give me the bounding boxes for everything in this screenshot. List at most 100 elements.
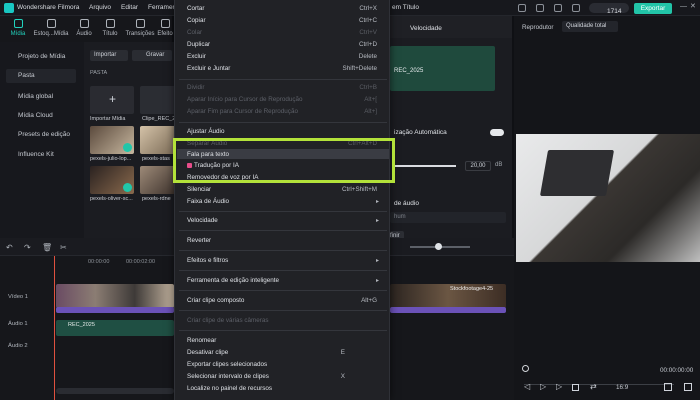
timeline-scrollbar[interactable] — [56, 388, 174, 394]
media-thumb[interactable] — [90, 126, 134, 154]
menu-item-duplicar[interactable]: Duplicar Ctrl+D — [187, 41, 383, 48]
aspect-ratio[interactable]: 16:9 — [616, 384, 628, 391]
menu-item-ferramenta-inteligente[interactable]: Ferramenta de edição inteligente ▸ — [187, 277, 383, 284]
track-label-audio1: Áudio 1 — [8, 321, 28, 327]
timeline-playhead[interactable] — [54, 256, 55, 400]
video-clip-audio[interactable] — [390, 307, 506, 313]
video-clip[interactable]: Stockfootage4-25 — [390, 284, 506, 308]
prev-frame-icon[interactable]: ◁ — [524, 382, 530, 391]
sidebar-item-projeto[interactable]: Projeto de Mídia — [6, 50, 76, 64]
menu-item-renomear[interactable]: Renomear — [187, 337, 383, 344]
menu-item-faixa-audio[interactable]: Faixa de Áudio ▸ — [187, 198, 383, 205]
menu-item-excluir[interactable]: Excluir Delete — [187, 53, 383, 60]
volume-slider[interactable] — [394, 165, 456, 167]
volume-input[interactable]: 20,00 — [465, 161, 491, 171]
playhead-handle[interactable] — [522, 365, 529, 372]
tab-velocidade[interactable]: Velocidade — [410, 25, 442, 32]
menu-ferramentas[interactable]: Ferramen — [148, 4, 176, 11]
bell-icon[interactable] — [536, 4, 544, 12]
close-icon[interactable]: ✕ — [690, 2, 696, 10]
submenu-arrow-icon: ▸ — [375, 258, 379, 264]
tab-efeitos[interactable]: Efeito — [156, 19, 174, 37]
delete-icon[interactable]: 🗑 — [42, 243, 52, 252]
menu-item-localize-recursos[interactable]: Localize no painel de recursos — [187, 385, 383, 392]
loop-icon[interactable]: ⇄ — [590, 382, 597, 391]
menu-arquivo[interactable]: Arquivo — [89, 4, 111, 11]
check-icon — [123, 143, 132, 152]
audio-label: de áudio — [394, 200, 419, 207]
snapshot-icon[interactable] — [664, 383, 672, 391]
upload-icon[interactable] — [518, 4, 526, 12]
menu-item-efeitos-filtros[interactable]: Efeitos e filtros ▸ — [187, 257, 383, 264]
sidebar-item-presets[interactable]: Presets de edição — [6, 128, 76, 142]
auto-normalize-toggle[interactable] — [490, 129, 504, 136]
media-label: pexels-julio-lop... — [90, 156, 132, 162]
properties-panel: Velocidade REC_2025 ização Automática 20… — [390, 16, 512, 241]
menu-item-reverter[interactable]: Reverter — [187, 237, 383, 244]
audio-clip-name: REC_2025 — [68, 322, 95, 328]
title-icon — [105, 19, 115, 28]
menu-item-exportar-clipes[interactable]: Exportar clipes selecionados — [187, 361, 383, 368]
redo-icon[interactable]: ↷ — [24, 243, 31, 252]
video-clip-audio[interactable] — [56, 307, 174, 313]
folder-label: PASTA — [90, 70, 108, 76]
credits-badge[interactable]: 1714 — [589, 3, 629, 15]
menu-item-clipe-composto[interactable]: Criar clipe composto Alt+G — [187, 297, 383, 304]
media-label: pexels-rdne — [142, 196, 171, 202]
audio-clip[interactable]: REC_2025 — [56, 320, 174, 336]
menu-separator — [179, 211, 387, 212]
media-library: Importar Gravar PASTA + Importar Mídia C… — [84, 42, 176, 238]
menu-item-velocidade[interactable]: Velocidade ▸ — [187, 217, 383, 224]
timecode: 00:00:00:00 — [660, 367, 694, 374]
audio-dropdown[interactable]: hum — [390, 212, 506, 223]
export-button[interactable]: Exportar — [634, 3, 672, 14]
menu-item-cortar[interactable]: Cortar Ctrl+X — [187, 5, 383, 12]
plus-icon: + — [109, 92, 117, 106]
sidebar-item-cloud[interactable]: Mídia Cloud — [6, 109, 76, 123]
media-label: Clipe_REC_2 — [142, 116, 176, 122]
minimize-icon[interactable]: — — [680, 3, 687, 10]
menu-item-selecionar-intervalo[interactable]: Selecionar intervalo de clipes X — [187, 373, 383, 380]
media-thumb[interactable] — [140, 86, 176, 114]
stop-icon[interactable] — [572, 384, 579, 391]
menu-item-copiar[interactable]: Copiar Ctrl+C — [187, 17, 383, 24]
playback-scrubber[interactable] — [524, 384, 674, 385]
grid-icon[interactable] — [554, 4, 562, 12]
import-button[interactable]: Importar — [90, 50, 128, 61]
clip-name: Stockfootage4-25 — [450, 286, 494, 292]
video-clip[interactable] — [56, 284, 174, 308]
sidebar-item-pasta[interactable]: Pasta — [6, 69, 76, 83]
media-thumb[interactable] — [90, 166, 134, 194]
zoom-handle[interactable] — [435, 243, 442, 250]
tab-titulo[interactable]: Título — [98, 19, 122, 37]
menu-item-ajustar-audio[interactable]: Ajustar Áudio — [187, 128, 383, 135]
filmora-logo-icon — [4, 3, 14, 13]
media-thumb[interactable] — [140, 166, 176, 194]
menu-item-silenciar[interactable]: Silenciar Ctrl+Shift+M — [187, 186, 383, 193]
menu-item-excluir-juntar[interactable]: Excluir e Juntar Shift+Delete — [187, 65, 383, 72]
auto-normalize-label: ização Automática — [394, 129, 447, 136]
menu-separator — [179, 310, 387, 311]
next-frame-icon[interactable]: ▷ — [556, 382, 562, 391]
tab-estoque[interactable]: Estoq...Mídia — [32, 19, 70, 37]
check-icon — [123, 183, 132, 192]
record-button[interactable]: Gravar — [132, 50, 172, 61]
quality-dropdown[interactable]: Qualidade total — [562, 21, 618, 32]
tab-transicoes[interactable]: Transições — [124, 19, 156, 37]
play-icon[interactable]: ▷ — [540, 382, 546, 391]
undo-icon[interactable]: ↶ — [6, 243, 13, 252]
tab-midia[interactable]: Mídia — [6, 19, 30, 37]
media-tabbar: Mídia Estoq...Mídia Áudio Título Transiç… — [0, 16, 174, 42]
cut-icon[interactable]: ✂ — [60, 243, 67, 252]
sidebar-item-global[interactable]: Mídia global — [6, 90, 76, 104]
cloud-icon[interactable] — [572, 4, 580, 12]
tab-audio[interactable]: Áudio — [72, 19, 96, 37]
menu-item-desativar-clipe[interactable]: Desativar clipe E — [187, 349, 383, 356]
media-thumb[interactable] — [140, 126, 176, 154]
import-media-tile[interactable]: + — [90, 86, 134, 114]
media-sidebar: Projeto de Mídia Pasta Mídia global Mídi… — [0, 42, 84, 238]
menu-editar[interactable]: Editar — [121, 4, 138, 11]
app-name: Wondershare Filmora — [17, 4, 80, 11]
sidebar-item-influence[interactable]: Influence Kit — [6, 148, 76, 162]
fullscreen-icon[interactable] — [684, 383, 692, 391]
